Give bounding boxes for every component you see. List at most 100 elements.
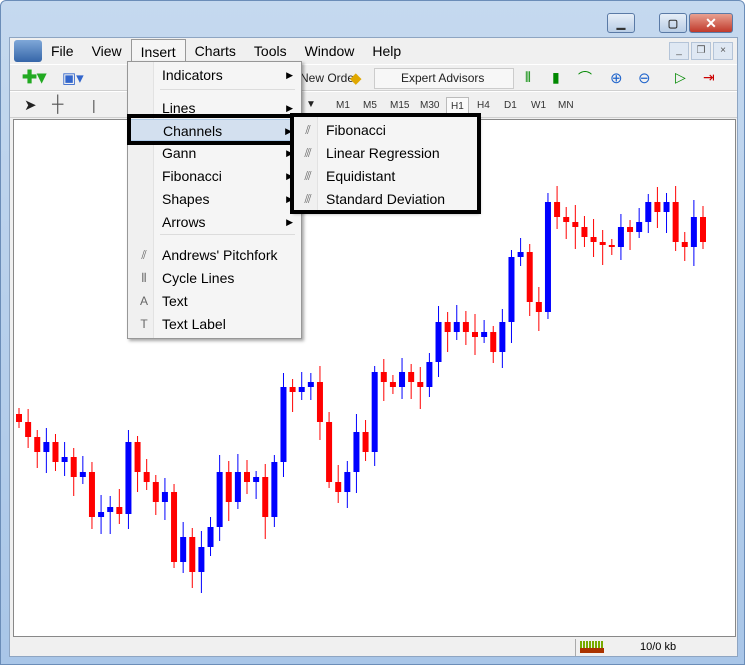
menu-item-label: Arrows xyxy=(162,214,206,230)
submenu-item-standard-deviation[interactable]: Standard Deviation ⫻ xyxy=(294,188,475,210)
menu-item-text[interactable]: Text A xyxy=(130,290,299,312)
mdi-restore-button[interactable]: ❐ xyxy=(691,42,711,60)
candle-body xyxy=(608,245,615,247)
menu-item-indicators[interactable]: Indicators ▶ xyxy=(130,64,299,86)
submenu-arrow-icon: ▶ xyxy=(286,70,293,80)
candle-body xyxy=(171,492,178,562)
pitchfork-icon: ⫽ xyxy=(141,248,147,262)
menu-item-andrews-pitchfork[interactable]: Andrews' Pitchfork ⫽ xyxy=(130,244,299,266)
candle xyxy=(617,214,624,260)
menu-item-gann[interactable]: Gann ▶ xyxy=(130,142,299,164)
candle-body xyxy=(216,472,223,527)
zoom-in-icon[interactable]: ⊕ xyxy=(610,69,623,87)
menu-item-fibonacci[interactable]: Fibonacci ▶ xyxy=(130,165,299,187)
line-chart-icon[interactable]: ⌒ xyxy=(578,68,592,88)
candle-body xyxy=(599,242,606,245)
candle-body xyxy=(462,322,469,332)
candle xyxy=(371,366,378,466)
menu-item-channels[interactable]: Channels ▶ xyxy=(130,119,299,141)
candle xyxy=(79,456,86,484)
timeframe-h1[interactable]: H1 xyxy=(446,97,469,115)
candle xyxy=(627,220,634,250)
candle xyxy=(107,496,114,534)
menu-item-arrows[interactable]: Arrows ▶ xyxy=(130,211,299,233)
standard-deviation-channel-icon: ⫻ xyxy=(304,192,312,206)
menu-help[interactable]: Help xyxy=(363,39,410,63)
crosshair-icon[interactable]: ┼ xyxy=(52,96,63,114)
candle xyxy=(389,375,396,394)
mdi-close-button[interactable]: × xyxy=(713,42,733,60)
timeframe-w1[interactable]: W1 xyxy=(527,97,550,115)
candle xyxy=(335,465,342,503)
timeframe-mn[interactable]: MN xyxy=(554,97,578,115)
timeframe-m15[interactable]: M15 xyxy=(386,97,413,115)
vertical-line-icon[interactable]: | xyxy=(92,97,96,113)
candle-body xyxy=(198,547,205,572)
profiles-icon[interactable]: ▣▾ xyxy=(62,69,84,87)
text-label-icon: T xyxy=(140,317,148,331)
minimize-button[interactable]: ▁ xyxy=(607,13,635,33)
timeframe-m5[interactable]: M5 xyxy=(359,97,381,115)
candle xyxy=(453,305,460,340)
submenu-item-equidistant[interactable]: Equidistant ⫻ xyxy=(294,165,475,187)
candle xyxy=(216,455,223,541)
auto-scroll-icon[interactable]: ▷ xyxy=(675,69,686,86)
candle xyxy=(472,314,478,355)
candle-body xyxy=(298,387,305,392)
menu-file[interactable]: File xyxy=(42,39,83,63)
maximize-button[interactable]: ▢ xyxy=(659,13,687,33)
timeframe-h4[interactable]: H4 xyxy=(473,97,494,115)
close-button[interactable]: ✕ xyxy=(689,13,733,33)
menu-item-cycle-lines[interactable]: Cycle Lines ⦀ xyxy=(130,267,299,289)
candle xyxy=(234,454,241,509)
menu-item-label: Andrews' Pitchfork xyxy=(162,247,278,263)
bar-chart-icon[interactable]: ⫴ xyxy=(525,69,531,86)
candle xyxy=(590,219,597,257)
mdi-minimize-button[interactable]: _ xyxy=(669,42,689,60)
candle-body xyxy=(116,507,123,514)
candle-body xyxy=(253,477,260,482)
zoom-out-icon[interactable]: ⊖ xyxy=(638,69,651,87)
cursor-icon[interactable]: ➤ xyxy=(24,96,37,114)
menu-item-text-label[interactable]: Text Label T xyxy=(130,313,299,335)
submenu-item-fibonacci[interactable]: Fibonacci ⫽ xyxy=(294,119,475,141)
candle-body xyxy=(535,302,542,312)
candle xyxy=(244,460,250,494)
candle xyxy=(608,239,615,255)
candle-body xyxy=(244,472,250,482)
candle xyxy=(672,186,679,251)
chart-shift-icon[interactable]: ⇥ xyxy=(703,69,715,86)
traffic-status: 10/0 kb xyxy=(640,641,677,653)
new-chart-icon[interactable]: ✚▾ xyxy=(22,67,46,88)
menu-tools[interactable]: Tools xyxy=(245,39,296,63)
candle-body xyxy=(426,362,433,387)
menu-separator xyxy=(160,89,295,90)
candle-body xyxy=(316,382,323,422)
candle xyxy=(143,459,150,490)
dropdown-arrow-icon[interactable]: ▼ xyxy=(306,99,316,110)
menu-window[interactable]: Window xyxy=(296,39,364,63)
candle xyxy=(43,428,50,473)
timeframe-m30[interactable]: M30 xyxy=(416,97,443,115)
candlestick-icon[interactable]: ▮ xyxy=(552,69,560,86)
timeframe-m1[interactable]: M1 xyxy=(332,97,354,115)
submenu-item-linear-regression[interactable]: Linear Regression ⫻ xyxy=(294,142,475,164)
menu-insert[interactable]: Insert xyxy=(130,39,186,63)
candle xyxy=(225,461,232,521)
menu-item-lines[interactable]: Lines ▶ xyxy=(130,97,299,119)
candle-body xyxy=(362,432,369,452)
cycle-lines-icon: ⦀ xyxy=(141,271,147,285)
candle-body xyxy=(326,422,333,482)
candle-body xyxy=(590,237,597,242)
menu-view[interactable]: View xyxy=(83,39,131,63)
menu-item-label: Text xyxy=(162,293,188,309)
candle-body xyxy=(262,477,269,517)
candle-body xyxy=(572,222,579,227)
expert-advisors-button[interactable]: Expert Advisors xyxy=(374,68,514,89)
timeframe-d1[interactable]: D1 xyxy=(500,97,521,115)
candle xyxy=(362,420,369,461)
menu-charts[interactable]: Charts xyxy=(186,39,245,63)
menu-item-label: Linear Regression xyxy=(326,145,440,161)
menu-item-shapes[interactable]: Shapes ▶ xyxy=(130,188,299,210)
candle-body xyxy=(353,432,360,472)
